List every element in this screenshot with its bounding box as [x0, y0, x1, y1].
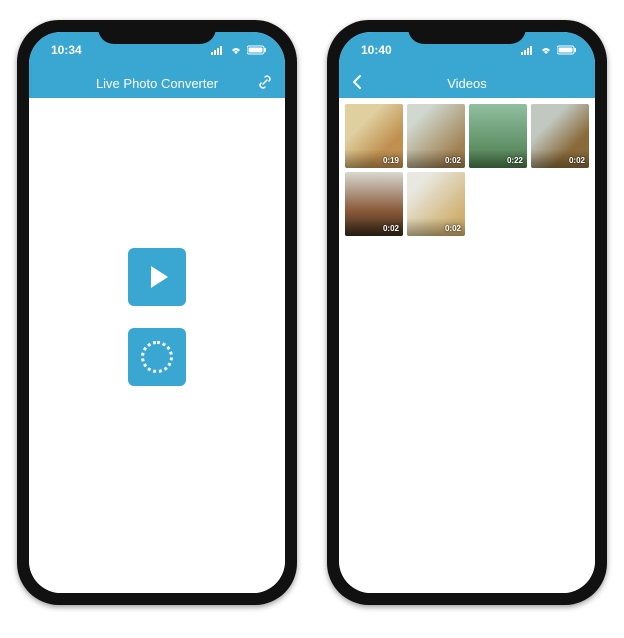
chevron-left-icon: [351, 74, 362, 93]
nav-bar: Videos: [339, 68, 595, 98]
back-button[interactable]: [351, 74, 362, 93]
video-duration: 0:02: [383, 224, 399, 233]
video-thumbnail[interactable]: 0:02: [531, 104, 589, 168]
main-content: 0:19 0:02 0:22 0:02 0:02 0:02: [339, 98, 595, 593]
link-icon: [257, 74, 273, 93]
signal-icon: [211, 45, 225, 55]
video-duration: 0:02: [445, 224, 461, 233]
status-time: 10:34: [51, 43, 82, 57]
video-thumbnail[interactable]: 0:19: [345, 104, 403, 168]
video-thumbnail[interactable]: 0:02: [345, 172, 403, 236]
video-duration: 0:19: [383, 156, 399, 165]
screen-left: 10:34 Live Photo Converter: [29, 32, 285, 593]
nav-bar: Live Photo Converter: [29, 68, 285, 98]
status-time: 10:40: [361, 43, 392, 57]
status-indicators: [521, 45, 577, 55]
video-duration: 0:02: [445, 156, 461, 165]
status-indicators: [211, 45, 267, 55]
notch: [98, 20, 216, 44]
page-title: Videos: [447, 76, 487, 91]
phone-mockup-right: 10:40 Videos: [327, 20, 607, 605]
wifi-icon: [229, 45, 243, 55]
main-buttons: [128, 248, 186, 386]
video-duration: 0:22: [507, 156, 523, 165]
video-thumbnail[interactable]: 0:22: [469, 104, 527, 168]
live-photo-icon: [141, 341, 173, 373]
phone-mockup-left: 10:34 Live Photo Converter: [17, 20, 297, 605]
play-icon: [151, 266, 168, 288]
screen-right: 10:40 Videos: [339, 32, 595, 593]
settings-button[interactable]: [257, 74, 273, 93]
battery-icon: [247, 45, 267, 55]
video-thumbnail[interactable]: 0:02: [407, 172, 465, 236]
live-photo-button[interactable]: [128, 328, 186, 386]
battery-icon: [557, 45, 577, 55]
play-button[interactable]: [128, 248, 186, 306]
video-thumbnail[interactable]: 0:02: [407, 104, 465, 168]
signal-icon: [521, 45, 535, 55]
page-title: Live Photo Converter: [96, 76, 218, 91]
video-duration: 0:02: [569, 156, 585, 165]
video-grid: 0:19 0:02 0:22 0:02 0:02 0:02: [339, 98, 595, 242]
main-content: [29, 98, 285, 593]
notch: [408, 20, 526, 44]
wifi-icon: [539, 45, 553, 55]
